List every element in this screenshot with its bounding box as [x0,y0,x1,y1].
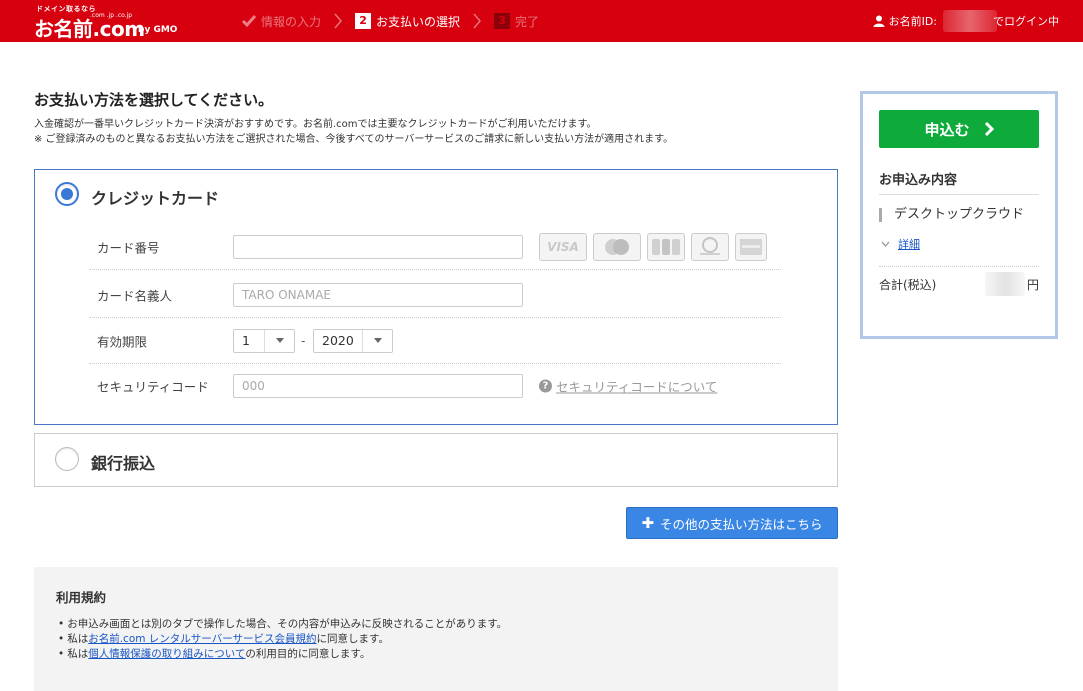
total-unit: 円 [1026,278,1039,292]
card-holder-label: カード名義人 [97,288,173,303]
privacy-policy-link[interactable]: 個人情報保護の取り組みについて [88,648,245,660]
brand-visa: VISA [547,239,579,254]
divider [879,266,1039,267]
credit-card-title[interactable]: クレジットカード [91,185,219,209]
credit-card-radio[interactable] [55,182,79,206]
step-number: 3 [494,13,511,29]
step-number: 2 [355,13,372,29]
order-summary-sidebar: 申込む お申込み内容 デスクトップクラウド 詳細 合計(税込) 円 [860,91,1058,339]
bank-transfer-radio[interactable] [55,447,79,471]
payment-description: 入金確認が一番早いクレジットカード決済がおすすめです。お名前.comでは主要なク… [34,117,673,147]
step-complete: 3 完了 [494,13,539,30]
onamae-logo[interactable]: ドメイン取るなら お名前.com .com .jp .co.jp by GMO [34,3,184,41]
step-label: 完了 [515,14,540,29]
caret-down-icon [264,329,294,352]
card-number-row: カード番号 VISA [89,224,781,270]
mastercard-logo-icon [593,232,641,261]
masked-user-id [943,10,997,32]
bank-transfer-panel: 銀行振込 [34,433,838,487]
terms-item: 私はお名前.com レンタルサーバーサービス会員規約に同意します。 [58,632,507,647]
step-payment: 2 お支払いの選択 [355,13,460,30]
terms-text: に同意します。 [316,633,389,645]
desc-line: 入金確認が一番早いクレジットカード決済がおすすめです。お名前.comでは主要なク… [34,119,597,130]
terms-title: 利用規約 [56,590,107,605]
terms-text: の利用目的に同意します。 [245,648,371,660]
expiry-month-select[interactable]: 1 [233,328,295,353]
chevron-down-icon [881,241,890,247]
terms-list: お申込み画面とは別のタブで操作した場合、その内容が申込みに反映されることがありま… [58,617,507,662]
other-payment-methods-label: その他の支払い方法はこちら [660,516,823,532]
question-icon: ? [539,379,552,393]
terms-text: 私は [67,648,89,660]
member-agreement-link[interactable]: お名前.com レンタルサーバーサービス会員規約 [88,633,316,645]
amex-logo-icon [735,232,767,261]
expiry-year-select[interactable]: 2020 [313,328,393,353]
page-title: お支払い方法を選択してください。 [34,91,274,109]
card-holder-row: カード名義人 TARO ONAMAE [89,272,781,318]
login-status: でログイン中 [993,15,1059,28]
total-row: 合計(税込) 円 [879,272,1039,296]
expiry-row: 有効期限 1 - 2020 [89,318,781,364]
credit-card-panel: クレジットカード カード番号 VISA カード名義人 TARO ONAMAE 有… [34,169,838,425]
site-header: ドメイン取るなら お名前.com .com .jp .co.jp by GMO … [0,0,1083,42]
user-icon [873,15,885,27]
security-code-help-link[interactable]: セキュリティコードについて [556,377,717,396]
apply-button[interactable]: 申込む [879,110,1039,148]
terms-text: 私は [67,633,89,645]
user-id-label: お名前ID: [888,15,937,28]
bank-transfer-title[interactable]: 銀行振込 [91,450,155,474]
total-label: 合計(税込) [879,278,937,292]
masked-total-amount [985,272,1025,296]
divider [879,194,1039,195]
desc-line: ※ ご登録済みのものと異なるお支払い方法をご選択された場合、今後すべてのサーバー… [34,134,674,145]
terms-item: お申込み画面とは別のタブで操作した場合、その内容が申込みに反映されることがありま… [58,617,507,632]
logo-by: by GMO [138,25,178,35]
product-name: デスクトップクラウド [879,208,1024,222]
progress-steps: 情報の入力 2 お支払いの選択 3 完了 [242,0,539,42]
user-status: お名前ID: でログイン中 [873,0,1059,42]
terms-item: 私は個人情報保護の取り組みについての利用目的に同意します。 [58,647,507,662]
expiry-label: 有効期限 [97,334,148,349]
other-payment-methods-button[interactable]: ✚ その他の支払い方法はこちら [626,507,838,539]
terms-text: お申込み画面とは別のタブで操作した場合、その内容が申込みに反映されることがありま… [67,618,508,630]
step-label: 情報の入力 [261,14,322,29]
security-code-row: セキュリティコード 000 ? セキュリティコードについて [89,363,781,409]
terms-section: 利用規約 お申込み画面とは別のタブで操作した場合、その内容が申込みに反映されるこ… [34,567,838,691]
plus-icon: ✚ [641,514,655,532]
card-number-input[interactable] [233,234,523,259]
card-brands: VISA [539,232,767,261]
detail-link[interactable]: 詳細 [898,236,920,252]
detail-toggle[interactable]: 詳細 [881,236,920,252]
logo-sub: .com .jp .co.jp [90,12,133,19]
card-holder-input[interactable]: TARO ONAMAE [233,282,523,307]
chevron-right-icon [473,13,482,29]
expiry-separator: - [301,333,306,348]
chevron-right-icon [984,121,994,137]
expiry-year-value: 2020 [322,333,354,348]
card-number-label: カード番号 [97,240,160,255]
caret-down-icon [362,329,392,352]
diners-logo-icon [691,232,729,261]
summary-title: お申込み内容 [879,173,958,188]
expiry-month-value: 1 [242,333,250,348]
visa-logo-icon: VISA [539,232,587,261]
chevron-right-icon [334,13,343,29]
security-code-input[interactable]: 000 [233,374,523,398]
apply-label: 申込む [924,120,970,139]
jcb-logo-icon [647,232,685,261]
security-code-help[interactable]: ? セキュリティコードについて [539,377,717,396]
security-code-label: セキュリティコード [97,379,209,395]
step-label: お支払いの選択 [376,14,461,29]
step-input: 情報の入力 [242,13,321,30]
check-icon [242,15,256,28]
